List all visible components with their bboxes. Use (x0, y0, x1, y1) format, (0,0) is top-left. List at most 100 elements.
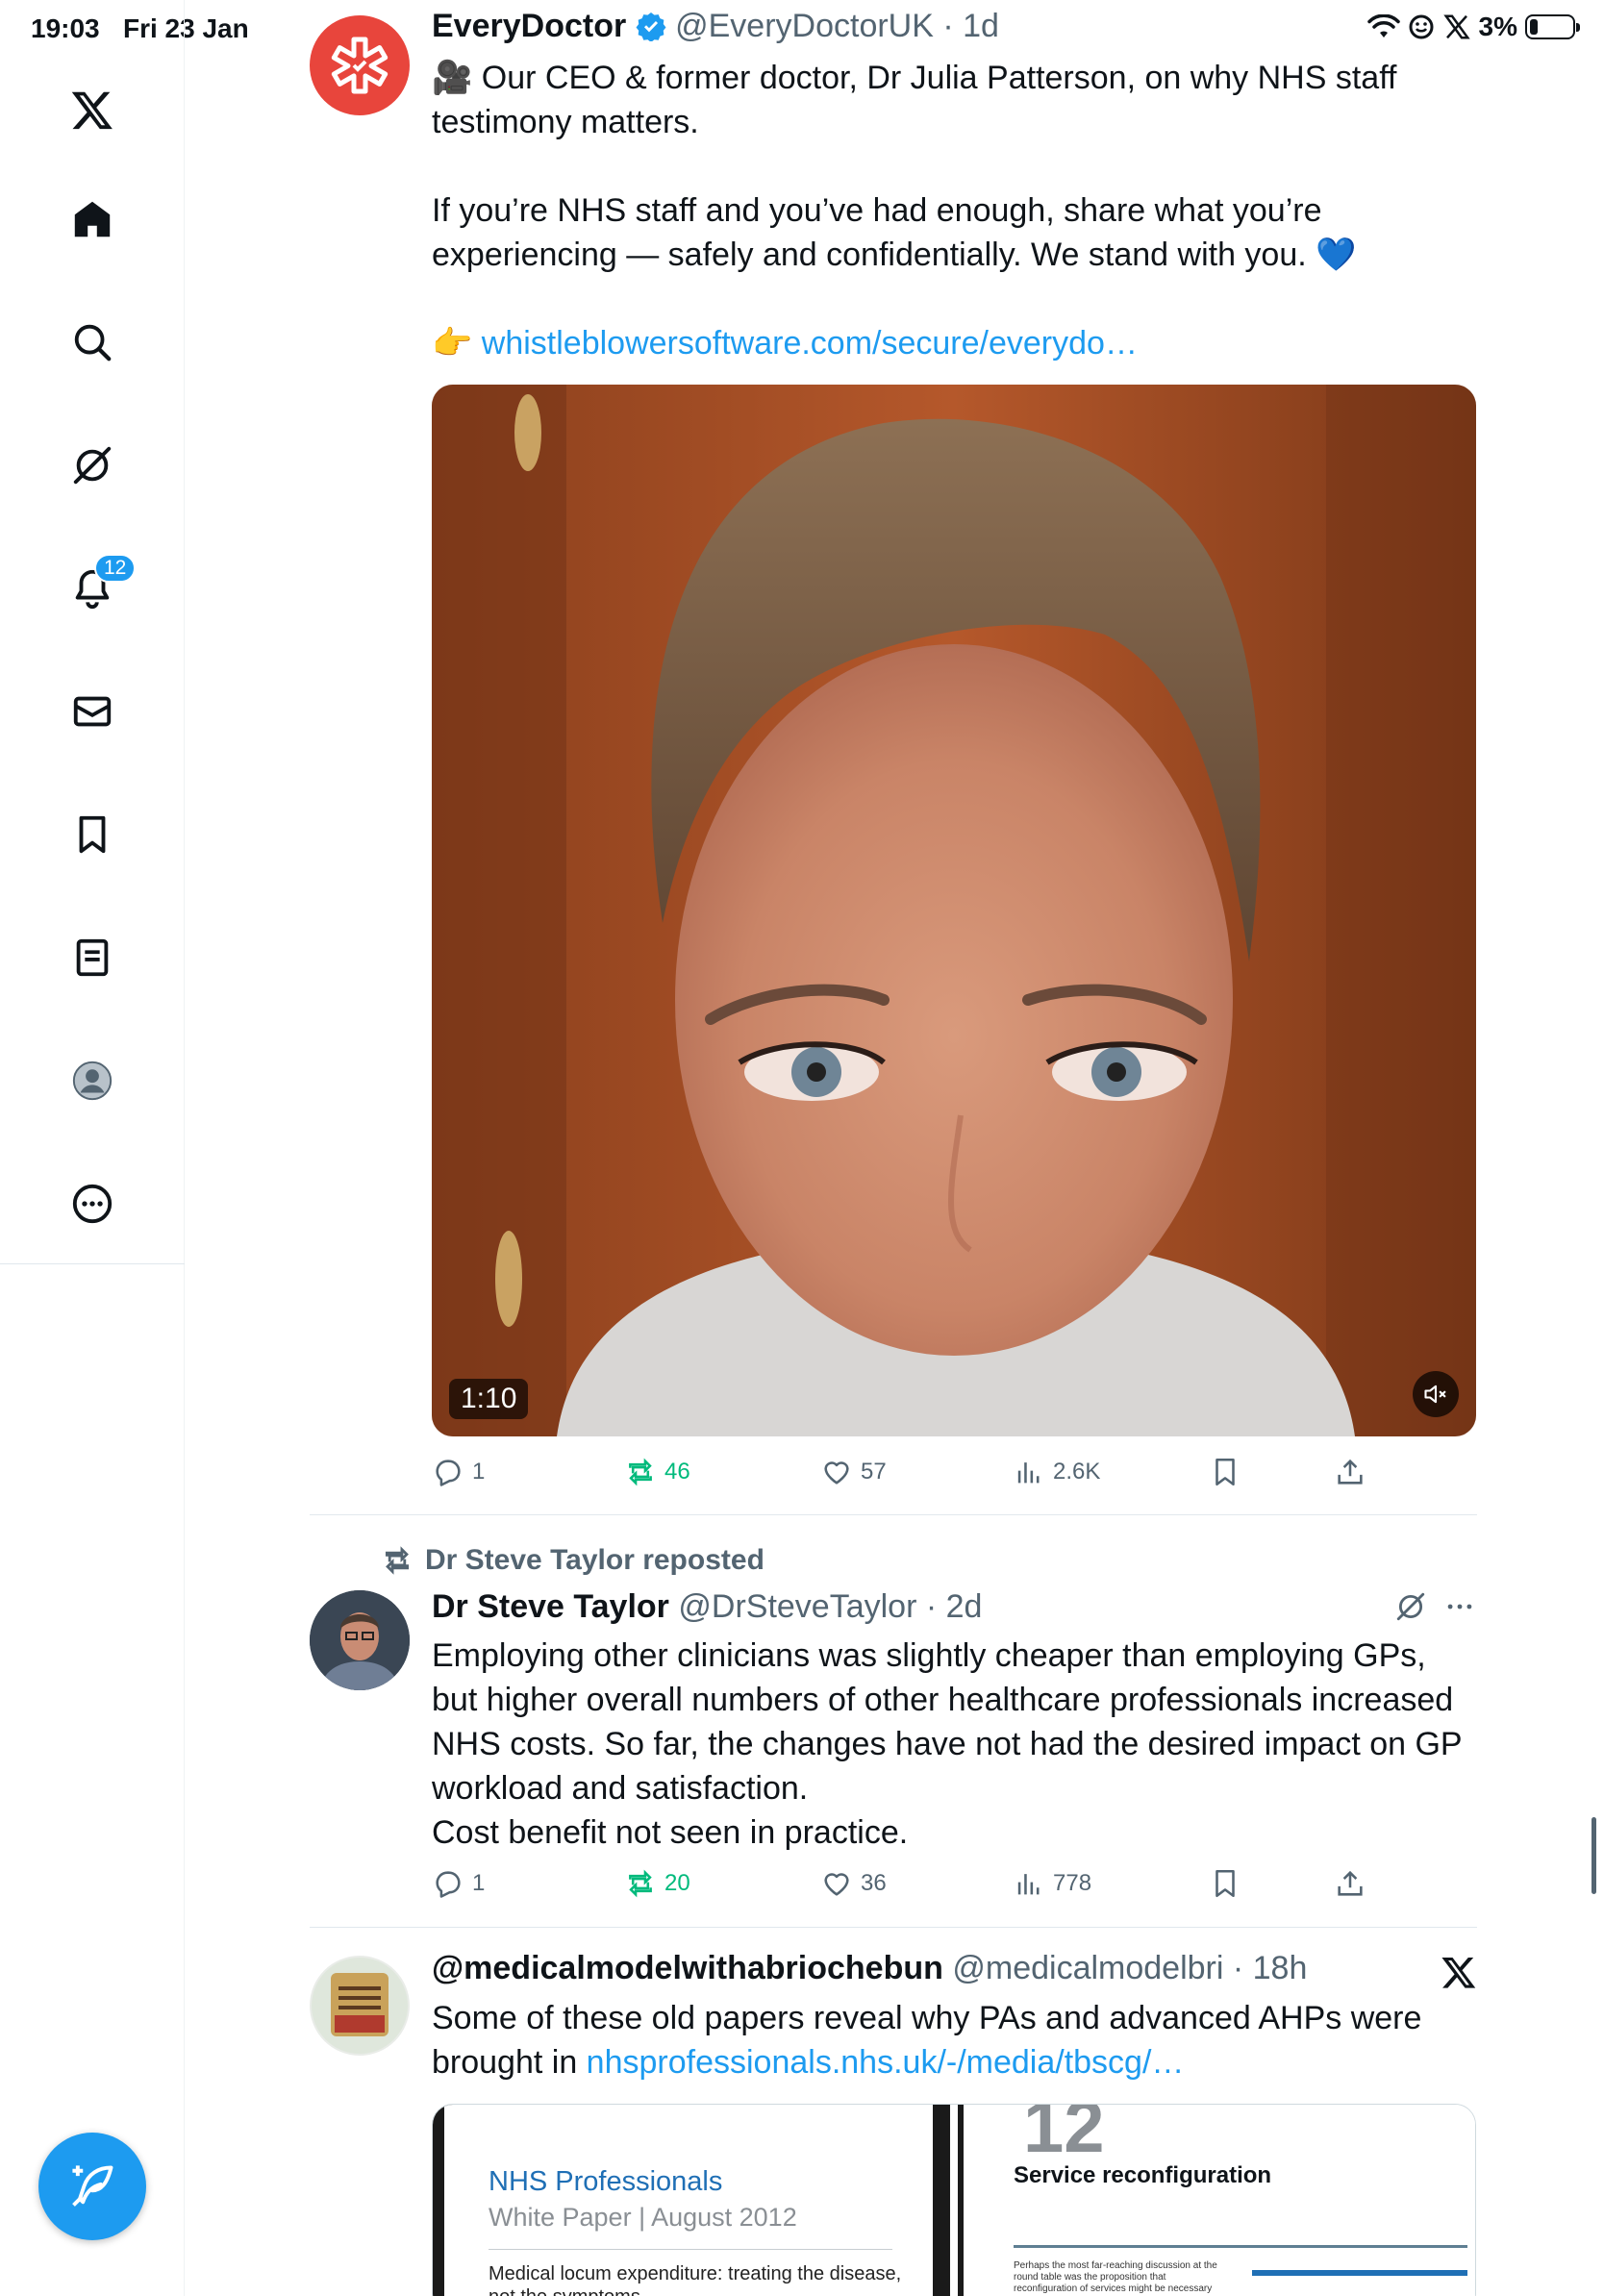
nav-messages[interactable] (58, 677, 127, 746)
x-logo-icon (71, 91, 113, 130)
doc-rule (1014, 2245, 1467, 2248)
share-icon (1338, 1870, 1363, 1896)
document-image-1[interactable]: NHS Professionals White Paper | August 2… (433, 2105, 950, 2296)
document-page: NHS Professionals White Paper | August 2… (444, 2105, 933, 2296)
x-logo-icon (1441, 1957, 1476, 1988)
repost-count: 46 (664, 1459, 690, 1485)
views-count: 778 (1053, 1870, 1092, 1896)
notifications-badge: 12 (94, 554, 137, 583)
search-icon (74, 324, 112, 362)
like-button[interactable]: 57 (820, 1456, 887, 1488)
post-link[interactable]: whistleblowersoftware.com/secure/everydo… (482, 325, 1138, 362)
repost-label[interactable]: Dr Steve Taylor reposted (425, 1544, 764, 1577)
repost-icon (629, 1458, 652, 1486)
post-divider (310, 1927, 1477, 1928)
post-video[interactable]: 1:10 (432, 385, 1476, 1436)
post-images[interactable]: NHS Professionals White Paper | August 2… (432, 2104, 1476, 2296)
post-header: Dr Steve Taylor @DrSteveTaylor · 2d (432, 1588, 982, 1626)
nav-search[interactable] (58, 308, 127, 377)
post-text-line: brought in (432, 2044, 587, 2081)
repost-button[interactable]: 46 (624, 1456, 690, 1488)
author-handle[interactable]: @DrSteveTaylor (678, 1588, 916, 1625)
bookmark-icon (1216, 1458, 1235, 1486)
post-link[interactable]: nhsprofessionals.nhs.uk/-/media/tbscg/… (587, 2044, 1185, 2081)
post-text-line: experiencing — safely and confidentially… (432, 237, 1357, 273)
medical-star-logo-icon (331, 37, 388, 94)
status-right: 3% (1366, 12, 1580, 42)
avatar[interactable] (310, 1590, 410, 1690)
heart-icon (824, 1461, 849, 1485)
like-count: 57 (861, 1459, 887, 1485)
author-name[interactable]: Dr Steve Taylor (432, 1588, 669, 1625)
post-header: EveryDoctor @EveryDoctorUK · 1d (432, 8, 999, 45)
post-time: · 1d (942, 8, 999, 44)
like-count: 36 (861, 1870, 887, 1896)
repost-icon (385, 1546, 410, 1575)
post-time: · 2d (925, 1588, 983, 1625)
bookmark-button[interactable] (1209, 1456, 1241, 1488)
nav-grok[interactable] (58, 431, 127, 500)
lists-icon (76, 938, 109, 977)
author-handle[interactable]: @EveryDoctorUK (675, 8, 934, 44)
nav-home[interactable] (58, 185, 127, 254)
nav-lists[interactable] (58, 923, 127, 992)
nav-bookmarks[interactable] (58, 800, 127, 869)
grok-icon (73, 446, 112, 485)
reply-count: 1 (472, 1870, 486, 1896)
nav-profile[interactable] (58, 1046, 127, 1115)
profile-icon (72, 1061, 113, 1101)
bookmark-icon (1216, 1869, 1235, 1898)
views-button[interactable]: 778 (1013, 1867, 1091, 1900)
like-button[interactable]: 36 (820, 1867, 887, 1900)
grok-icon[interactable] (1394, 1590, 1427, 1623)
share-button[interactable] (1334, 1867, 1366, 1900)
author-handle[interactable]: @medicalmodelbri (952, 1950, 1223, 1986)
video-duration: 1:10 (449, 1379, 529, 1419)
doc-chapter-number: 12 (1023, 2104, 1105, 2168)
doc-heading: Medical locum expenditure: treating the … (489, 2263, 902, 2296)
doc-rule (489, 2249, 892, 2250)
post-text: 🎥 Our CEO & former doctor, Dr Julia Patt… (432, 56, 1470, 365)
author-name[interactable]: EveryDoctor (432, 8, 626, 44)
post-text-line: 🎥 Our CEO & former doctor, Dr Julia Patt… (432, 60, 1397, 96)
reply-button[interactable]: 1 (432, 1867, 485, 1900)
doc-title: NHS Professionals (489, 2166, 723, 2197)
doc-body-text: Perhaps the most far-reaching discussion… (1014, 2260, 1217, 2294)
battery-icon (1525, 14, 1580, 39)
doc-highlight-bar (1252, 2270, 1467, 2276)
video-thumbnail (432, 385, 1476, 1436)
nav-notifications[interactable]: 12 (58, 554, 137, 623)
views-chart-icon (1017, 1462, 1040, 1484)
mute-button[interactable] (1413, 1371, 1459, 1417)
x-logo[interactable] (58, 75, 127, 144)
reply-button[interactable]: 1 (432, 1456, 485, 1488)
author-name[interactable]: @medicalmodelwithabriochebun (432, 1950, 943, 1986)
link-pointer: 👉 (432, 325, 482, 362)
avatar-photo (310, 1590, 410, 1690)
battery-percent: 3% (1478, 12, 1517, 41)
share-icon (1338, 1459, 1363, 1485)
doc-chapter-title: Service reconfiguration (1014, 2162, 1272, 2188)
compose-button[interactable] (38, 2133, 146, 2240)
nav-more[interactable] (58, 1169, 127, 1238)
post-actions: 1 46 57 2.6K (432, 1456, 1470, 1498)
more-options-icon[interactable] (1442, 1590, 1477, 1623)
avatar[interactable] (310, 15, 410, 115)
document-image-2[interactable]: 12 Service reconfiguration Perhaps the m… (958, 2104, 1475, 2296)
repost-button[interactable]: 20 (624, 1867, 690, 1900)
bookmark-icon (79, 815, 106, 854)
repost-context: Dr Steve Taylor reposted (381, 1544, 764, 1577)
share-button[interactable] (1334, 1456, 1366, 1488)
post-text-line: Cost benefit not seen in practice. (432, 1814, 909, 1851)
scrollbar[interactable] (1591, 1817, 1596, 1894)
x-status-icon (1442, 14, 1470, 39)
compose-feather-icon (72, 2165, 113, 2207)
post-text-line: Some of these old papers reveal why PAs … (432, 2000, 1422, 2036)
gmc-parody-logo (312, 1958, 408, 2054)
post-text: Employing other clinicians was slightly … (432, 1634, 1470, 1855)
views-button[interactable]: 2.6K (1013, 1456, 1100, 1488)
reply-icon (436, 1460, 461, 1486)
avatar[interactable] (310, 1956, 410, 2056)
post-text-line: NHS costs. So far, the changes have not … (432, 1726, 1463, 1762)
bookmark-button[interactable] (1209, 1867, 1241, 1900)
